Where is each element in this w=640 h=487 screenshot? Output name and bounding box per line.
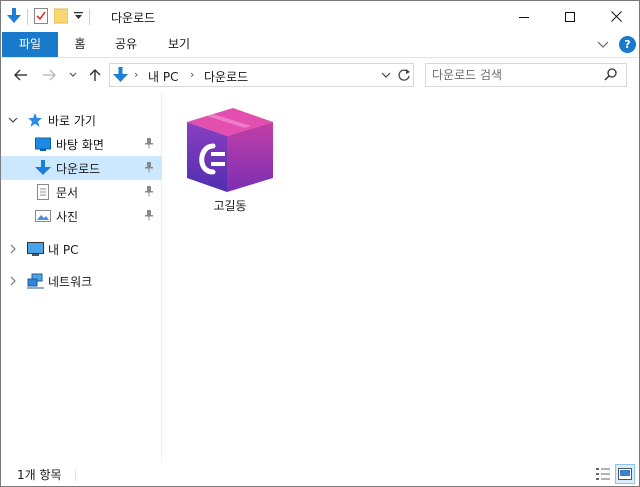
- pin-icon[interactable]: [144, 161, 154, 176]
- nav-item-downloads[interactable]: 다운로드: [1, 156, 162, 180]
- search-box: [425, 63, 627, 87]
- nav-label: 네트워크: [48, 275, 93, 289]
- downloads-icon: [7, 7, 21, 27]
- computer-icon: [27, 241, 44, 260]
- recent-locations-icon[interactable]: [65, 67, 81, 83]
- quick-access-toolbar: [7, 7, 96, 27]
- pin-icon[interactable]: [144, 137, 154, 152]
- breadcrumb-downloads[interactable]: 다운로드: [204, 68, 248, 85]
- search-icon[interactable]: [604, 67, 618, 86]
- breadcrumb-this-pc[interactable]: 내 PC: [148, 68, 178, 85]
- nav-label: 바탕 화면: [56, 138, 104, 152]
- search-input[interactable]: [432, 67, 602, 83]
- file-list[interactable]: 고길동: [163, 92, 639, 462]
- downloads-icon: [35, 160, 51, 179]
- tab-file[interactable]: 파일: [2, 32, 58, 57]
- address-dropdown-icon[interactable]: [381, 69, 391, 84]
- nav-this-pc[interactable]: 내 PC: [1, 237, 162, 261]
- large-icons-view-icon[interactable]: [615, 464, 635, 484]
- winrar-archive-icon: [185, 106, 275, 197]
- up-arrow-icon[interactable]: [87, 67, 103, 83]
- help-icon[interactable]: ?: [619, 36, 636, 53]
- maximize-button[interactable]: [547, 1, 593, 32]
- downloads-icon: [113, 67, 128, 86]
- properties-icon[interactable]: [34, 7, 48, 27]
- status-separator: [75, 469, 76, 481]
- pin-icon[interactable]: [144, 185, 154, 200]
- chevron-down-icon[interactable]: [8, 114, 18, 128]
- nav-label: 바로 가기: [48, 114, 96, 128]
- nav-label: 다운로드: [56, 162, 101, 176]
- nav-item-documents[interactable]: 문서: [1, 180, 162, 204]
- nav-network[interactable]: 네트워크: [1, 269, 162, 293]
- nav-item-pictures[interactable]: 사진: [1, 204, 162, 228]
- details-view-icon[interactable]: [593, 464, 613, 484]
- chevron-right-icon[interactable]: [8, 275, 18, 289]
- qat-separator: [89, 9, 90, 25]
- nav-label: 사진: [56, 210, 79, 224]
- breadcrumb-separator: ›: [134, 68, 139, 81]
- pictures-icon: [35, 208, 51, 227]
- item-count: 1개 항목: [17, 468, 62, 482]
- explorer-window: 다운로드 파일 홈 공유 보기 ? › 내 PC › 다운로드 다운로드 검색 …: [0, 0, 640, 487]
- file-item[interactable]: 고길동: [183, 104, 277, 214]
- file-name: 고길동: [213, 199, 247, 213]
- ribbon-tabs: 파일 홈 공유 보기 ?: [1, 32, 639, 58]
- documents-icon: [35, 184, 51, 203]
- qat-separator: [27, 9, 28, 25]
- tab-home[interactable]: 홈: [67, 32, 93, 57]
- desktop-icon: [35, 136, 51, 155]
- close-button[interactable]: [593, 1, 639, 32]
- network-icon: [27, 273, 44, 292]
- back-arrow-icon[interactable]: [13, 67, 29, 83]
- address-bar[interactable]: › 내 PC › 다운로드: [109, 63, 414, 87]
- expand-ribbon-icon[interactable]: [597, 36, 609, 55]
- forward-arrow-icon[interactable]: [41, 67, 57, 83]
- star-icon: [27, 112, 43, 131]
- title-bar: 다운로드: [1, 1, 639, 32]
- breadcrumb-separator: ›: [190, 68, 195, 81]
- nav-label: 문서: [56, 186, 79, 200]
- new-folder-icon[interactable]: [53, 8, 69, 27]
- refresh-icon[interactable]: [397, 67, 413, 83]
- qat-customize-icon[interactable]: [74, 10, 83, 24]
- navigation-pane: 바로 가기 바탕 화면 다운로드 문서 사진 내 PC 네트워크: [1, 92, 162, 462]
- window-title: 다운로드: [111, 11, 156, 25]
- pin-icon[interactable]: [144, 209, 154, 224]
- minimize-button[interactable]: [501, 1, 547, 32]
- tab-share[interactable]: 공유: [107, 32, 145, 57]
- status-bar: 1개 항목: [1, 462, 639, 486]
- tab-view[interactable]: 보기: [163, 32, 195, 57]
- nav-quick-access[interactable]: 바로 가기: [1, 108, 162, 132]
- address-row: › 내 PC › 다운로드: [1, 58, 639, 92]
- chevron-right-icon[interactable]: [8, 243, 18, 257]
- nav-label: 내 PC: [48, 243, 79, 257]
- nav-item-desktop[interactable]: 바탕 화면: [1, 132, 162, 156]
